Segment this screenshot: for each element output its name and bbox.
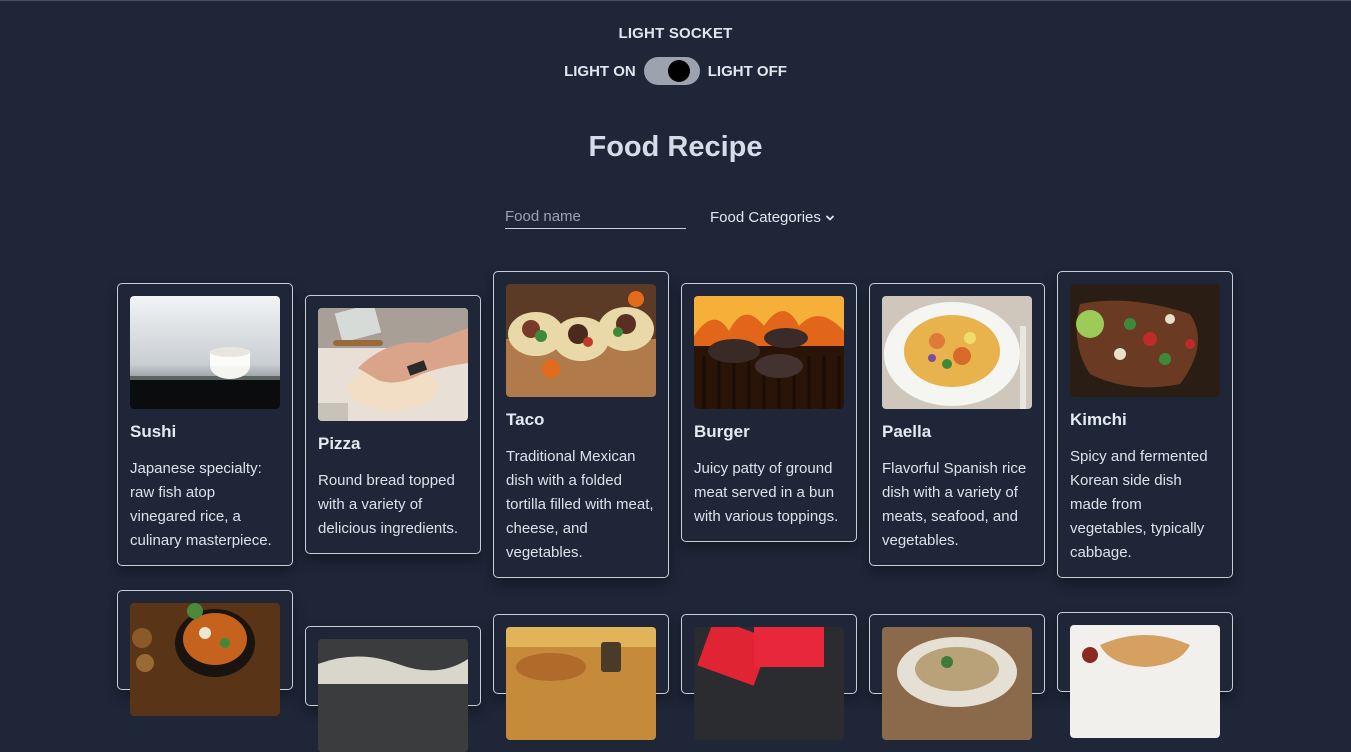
page-title: Food Recipe bbox=[588, 131, 763, 163]
recipe-card[interactable]: Pizza Round bread topped with a variety … bbox=[305, 295, 481, 554]
recipe-description: Traditional Mexican dish with a folded t… bbox=[506, 448, 654, 561]
sandwich-image bbox=[506, 627, 656, 740]
recipe-card[interactable] bbox=[493, 614, 669, 740]
recipe-description: Flavorful Spanish rice dish with a varie… bbox=[882, 460, 1027, 549]
light-toggle-row: LIGHT ON LIGHT OFF bbox=[0, 57, 1351, 85]
curry-image bbox=[130, 603, 280, 716]
burger-image bbox=[694, 296, 844, 409]
food-name-search-input[interactable] bbox=[505, 206, 686, 229]
chevron-down-icon bbox=[826, 215, 834, 220]
food-categories-label: Food Categories bbox=[710, 209, 821, 226]
light-toggle-switch[interactable] bbox=[643, 57, 700, 85]
pasta-image bbox=[318, 639, 468, 752]
light-socket-title: LIGHT SOCKET bbox=[618, 25, 733, 42]
recipe-description: Spicy and fermented Korean side dish mad… bbox=[1070, 448, 1208, 561]
bowl-image bbox=[882, 627, 1032, 740]
recipe-card[interactable] bbox=[1057, 612, 1233, 738]
food-categories-dropdown[interactable]: Food Categories bbox=[710, 209, 835, 226]
light-off-label: LIGHT OFF bbox=[707, 62, 787, 80]
recipe-card[interactable]: Burger Juicy patty of ground meat served… bbox=[681, 283, 857, 542]
recipe-card[interactable]: Sushi Japanese specialty: raw fish atop … bbox=[117, 283, 293, 566]
noodles-image bbox=[1070, 625, 1220, 738]
recipe-name: Kimchi bbox=[1070, 410, 1127, 429]
recipe-name: Burger bbox=[694, 422, 750, 441]
recipe-description: Juicy patty of ground meat served in a b… bbox=[694, 460, 839, 525]
sushi-image bbox=[130, 296, 280, 409]
toggle-knob bbox=[667, 60, 690, 82]
pizza-image bbox=[318, 308, 468, 421]
recipe-card[interactable] bbox=[117, 590, 293, 716]
recipe-description: Round bread topped with a variety of del… bbox=[318, 472, 459, 537]
recipe-card[interactable]: Taco Traditional Mexican dish with a fol… bbox=[493, 271, 669, 578]
recipe-name: Taco bbox=[506, 410, 545, 429]
recipe-name: Sushi bbox=[130, 422, 177, 441]
recipe-description: Japanese specialty: raw fish atop vinega… bbox=[130, 460, 272, 549]
taco-image bbox=[506, 284, 656, 397]
recipe-card[interactable]: Kimchi Spicy and fermented Korean side d… bbox=[1057, 271, 1233, 578]
kimchi-image bbox=[1070, 284, 1220, 397]
recipe-name: Pizza bbox=[318, 434, 361, 453]
dish-image bbox=[694, 627, 844, 740]
recipe-card[interactable]: Paella Flavorful Spanish rice dish with … bbox=[869, 283, 1045, 566]
recipe-card[interactable] bbox=[869, 614, 1045, 740]
recipe-name: Paella bbox=[882, 422, 932, 441]
light-on-label: LIGHT ON bbox=[564, 62, 636, 80]
recipe-card[interactable] bbox=[681, 614, 857, 740]
paella-image bbox=[882, 296, 1032, 409]
recipe-card[interactable] bbox=[305, 626, 481, 752]
